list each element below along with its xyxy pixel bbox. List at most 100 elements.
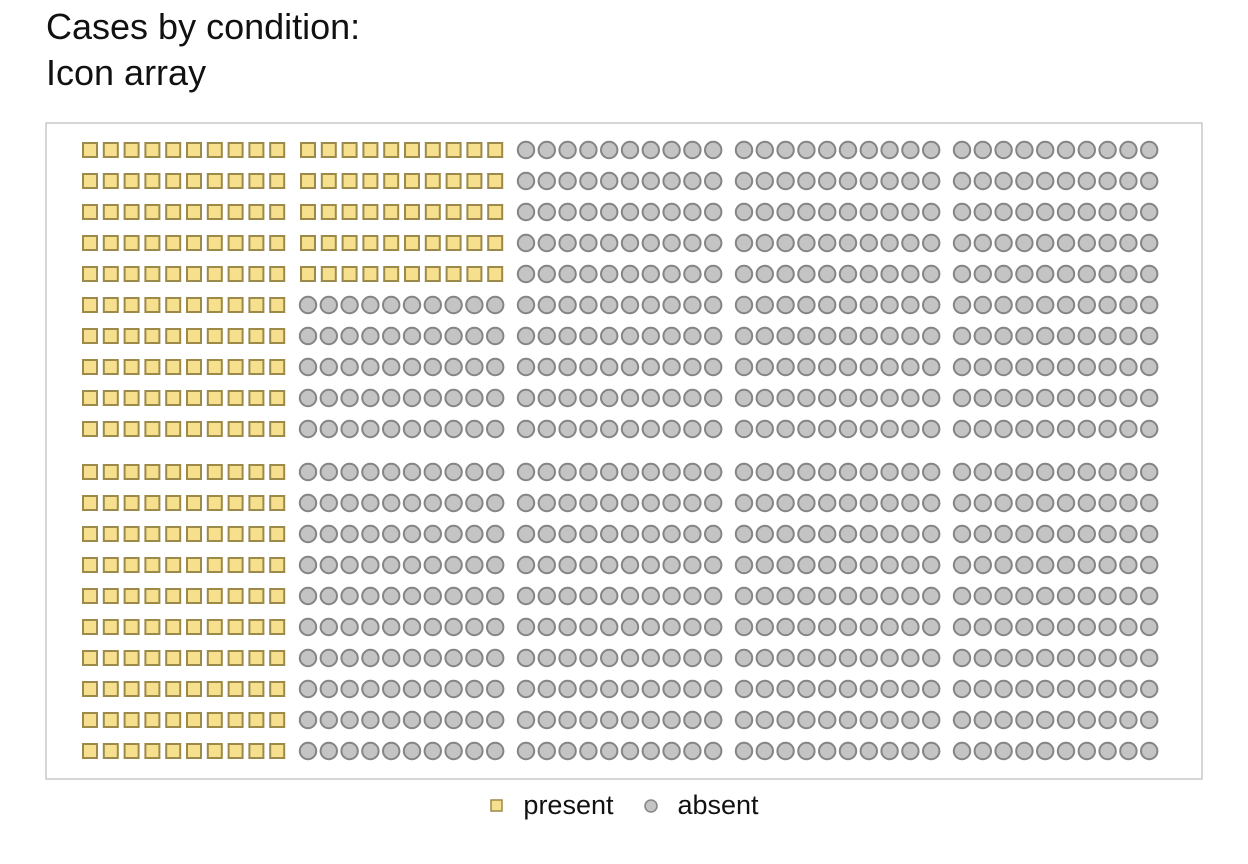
icon-present: [362, 142, 379, 158]
icon-present: [123, 588, 140, 604]
icon-present: [248, 235, 265, 251]
icon-absent: [423, 617, 442, 637]
icon-present: [186, 464, 202, 480]
icon-present: [82, 464, 98, 480]
icon-absent: [641, 388, 660, 408]
icon-absent: [1015, 264, 1034, 284]
icon-absent: [1036, 679, 1055, 699]
icon-absent: [662, 357, 681, 377]
icon-present: [248, 526, 265, 542]
icon-absent: [1119, 710, 1138, 730]
icon-absent: [537, 171, 556, 191]
icon-absent: [486, 462, 505, 482]
icon-present: [102, 743, 119, 759]
icon-present: [445, 204, 462, 220]
icon-absent: [776, 648, 795, 668]
icon-absent: [641, 679, 660, 699]
icon-absent: [444, 493, 463, 513]
icon-absent: [1140, 326, 1159, 346]
icon-present: [404, 235, 420, 251]
icon-present: [320, 204, 337, 220]
icon-absent: [444, 462, 463, 482]
icon-absent: [486, 679, 505, 699]
icon-present: [165, 464, 182, 480]
icon-absent: [600, 741, 619, 761]
icon-absent: [516, 493, 536, 513]
icon-present: [144, 235, 161, 251]
icon-absent: [641, 710, 660, 730]
icon-absent: [423, 679, 442, 699]
legend-square-icon: [490, 798, 504, 812]
icon-absent: [340, 326, 359, 346]
icon-absent: [423, 555, 442, 575]
icon-present: [404, 142, 420, 158]
icon-present: [487, 204, 504, 220]
icon-absent: [901, 171, 920, 191]
icon-absent: [776, 741, 795, 761]
icon-absent: [901, 388, 920, 408]
icon-absent: [1140, 648, 1159, 668]
icon-absent: [620, 233, 640, 253]
icon-absent: [838, 140, 858, 160]
icon-absent: [298, 586, 318, 606]
icon-absent: [558, 710, 577, 730]
icon-absent: [558, 679, 577, 699]
icon-absent: [1119, 679, 1138, 699]
icon-absent: [319, 710, 338, 730]
icon-absent: [734, 741, 754, 761]
icon-absent: [922, 555, 941, 575]
icon-absent: [662, 617, 681, 637]
icon-present: [227, 712, 244, 728]
icon-present: [206, 359, 223, 375]
icon-absent: [952, 264, 972, 284]
icon-absent: [683, 264, 702, 284]
icon-absent: [1098, 493, 1117, 513]
icon-absent: [537, 357, 556, 377]
icon-present: [165, 495, 182, 511]
icon-absent: [880, 741, 899, 761]
icon-absent: [298, 295, 318, 315]
icon-absent: [880, 710, 899, 730]
icon-absent: [683, 202, 702, 222]
icon-absent: [1056, 679, 1076, 699]
icon-present: [102, 390, 119, 406]
icon-absent: [818, 741, 837, 761]
chart-title-line-1: Cases by condition:: [46, 6, 361, 47]
icon-present: [144, 328, 161, 344]
icon-present: [248, 266, 265, 282]
icon-absent: [922, 202, 941, 222]
icon-present: [206, 588, 223, 604]
icon-present: [227, 390, 244, 406]
icon-absent: [973, 140, 992, 160]
icon-absent: [1015, 419, 1034, 439]
icon-absent: [319, 462, 338, 482]
icon-absent: [516, 586, 536, 606]
icon-absent: [859, 202, 878, 222]
icon-absent: [818, 233, 837, 253]
icon-absent: [1140, 295, 1159, 315]
icon-absent: [600, 493, 619, 513]
icon-absent: [402, 555, 422, 575]
icon-present: [123, 526, 140, 542]
icon-absent: [1036, 357, 1055, 377]
icon-present: [269, 235, 286, 251]
icon-absent: [620, 388, 640, 408]
icon-present: [102, 495, 119, 511]
icon-absent: [755, 357, 774, 377]
icon-absent: [537, 648, 556, 668]
icon-absent: [1056, 233, 1076, 253]
icon-present: [123, 421, 140, 437]
icon-absent: [382, 493, 401, 513]
icon-present: [269, 619, 286, 635]
icon-absent: [423, 741, 442, 761]
icon-present: [123, 743, 140, 759]
icon-absent: [734, 295, 754, 315]
icon-absent: [1119, 493, 1138, 513]
icon-absent: [973, 648, 992, 668]
icon-present: [424, 142, 441, 158]
icon-absent: [361, 586, 380, 606]
icon-absent: [319, 388, 338, 408]
icon-present: [248, 557, 265, 573]
icon-present: [466, 235, 483, 251]
icon-absent: [755, 140, 774, 160]
